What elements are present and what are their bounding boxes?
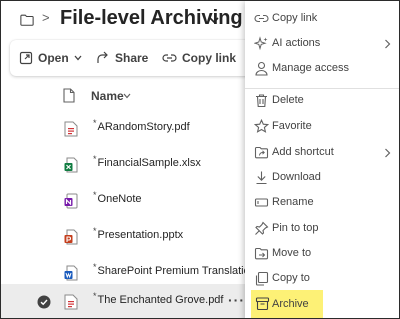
move-icon	[254, 247, 269, 260]
link-icon	[254, 14, 269, 23]
breadcrumb-separator: >	[42, 10, 50, 25]
powerpoint-file-icon	[64, 229, 78, 245]
share-icon	[97, 51, 108, 63]
person-icon	[255, 61, 268, 76]
word-file-icon	[64, 265, 78, 281]
chevron-down-icon[interactable]	[209, 16, 219, 24]
menu-item-label: Rename	[272, 196, 314, 208]
menu-item-ai-actions[interactable]: AI actions	[245, 32, 397, 56]
menu-item-delete[interactable]: Delete	[245, 89, 397, 113]
name-column-header[interactable]: Name	[91, 89, 124, 103]
archive-icon	[255, 297, 270, 311]
window-frame: > File-level Archiving Open Share Copy l…	[0, 0, 400, 319]
file-name[interactable]: *The Enchanted Grove.pdf	[93, 291, 224, 306]
new-item-mark: *	[93, 154, 97, 164]
ai-sparkle-icon	[254, 36, 268, 51]
menu-item-label: Download	[272, 171, 321, 183]
onenote-file-icon	[64, 193, 78, 209]
new-item-mark: *	[93, 291, 97, 301]
open-button[interactable]: Open	[19, 40, 82, 76]
menu-item-label: Move to	[272, 247, 312, 259]
chevron-down-icon	[74, 55, 82, 61]
open-icon	[19, 51, 33, 65]
menu-item-label: Copy to	[272, 272, 310, 284]
file-name[interactable]: *Presentation.pptx	[93, 226, 184, 241]
new-item-mark: *	[93, 262, 97, 272]
file-name-text: Presentation.pptx	[97, 229, 184, 241]
pdf-file-icon	[64, 294, 78, 310]
menu-item-move-to[interactable]: Move to	[245, 242, 397, 266]
copy-icon	[255, 271, 269, 286]
menu-item-rename[interactable]: Rename	[245, 191, 397, 215]
chevron-right-icon	[385, 148, 391, 158]
menu-item-label: AI actions	[272, 37, 321, 49]
link-icon	[162, 54, 177, 62]
file-name[interactable]: *OneNote	[93, 190, 142, 205]
more-options-button[interactable]: ···	[228, 292, 245, 308]
checkmark-circle-icon[interactable]	[37, 295, 51, 309]
file-type-icon	[63, 88, 75, 103]
menu-item-download[interactable]: Download	[245, 166, 397, 190]
menu-item-label: Copy link	[272, 12, 318, 24]
new-item-mark: *	[93, 226, 97, 236]
file-name-text: FinancialSample.xlsx	[97, 157, 201, 169]
file-name[interactable]: *FinancialSample.xlsx	[93, 154, 201, 169]
menu-item-label: Pin to top	[272, 222, 319, 234]
menu-item-archive[interactable]: Archive	[251, 290, 323, 318]
rename-icon	[254, 198, 269, 207]
open-label: Open	[38, 51, 69, 65]
pin-icon	[255, 221, 269, 235]
share-label: Share	[115, 51, 149, 65]
file-name-text: The Enchanted Grove.pdf	[97, 294, 224, 306]
menu-item-copy-link[interactable]: Copy link	[245, 7, 397, 31]
new-item-mark: *	[93, 118, 97, 128]
share-button[interactable]: Share	[96, 40, 148, 76]
menu-item-pin-to-top[interactable]: Pin to top	[245, 217, 397, 241]
file-name[interactable]: *ARandomStory.pdf	[93, 118, 190, 133]
menu-item-manage-access[interactable]: Manage access	[245, 57, 397, 81]
menu-item-label: Archive	[272, 298, 309, 310]
command-bar: Open Share Copy link	[10, 40, 260, 76]
folder-icon[interactable]	[20, 13, 34, 27]
chevron-right-icon	[385, 39, 391, 49]
file-name-text: ARandomStory.pdf	[97, 121, 190, 133]
file-name-text: OneNote	[97, 193, 142, 205]
trash-icon	[256, 94, 267, 108]
file-name[interactable]: *SharePoint Premium Translation.d	[93, 262, 266, 277]
download-icon	[256, 171, 267, 185]
menu-item-label: Delete	[272, 94, 304, 106]
menu-item-copy-to[interactable]: Copy to	[245, 267, 397, 291]
menu-item-label: Add shortcut	[272, 146, 334, 158]
star-icon	[254, 119, 269, 133]
copy-link-button[interactable]: Copy link	[162, 40, 236, 76]
menu-item-favorite[interactable]: Favorite	[245, 115, 397, 139]
menu-item-label: Favorite	[272, 120, 312, 132]
copy-link-label: Copy link	[182, 51, 237, 65]
shortcut-icon	[254, 146, 269, 159]
file-name-text: SharePoint Premium Translation.d	[97, 265, 266, 277]
chevron-down-icon[interactable]	[123, 93, 131, 99]
menu-item-add-shortcut[interactable]: Add shortcut	[245, 141, 397, 165]
context-menu: Copy link AI actions Manage access Delet…	[245, 1, 399, 318]
pdf-file-icon	[64, 121, 78, 137]
excel-file-icon	[64, 157, 78, 173]
menu-item-label: Manage access	[272, 62, 350, 74]
new-item-mark: *	[93, 190, 97, 200]
